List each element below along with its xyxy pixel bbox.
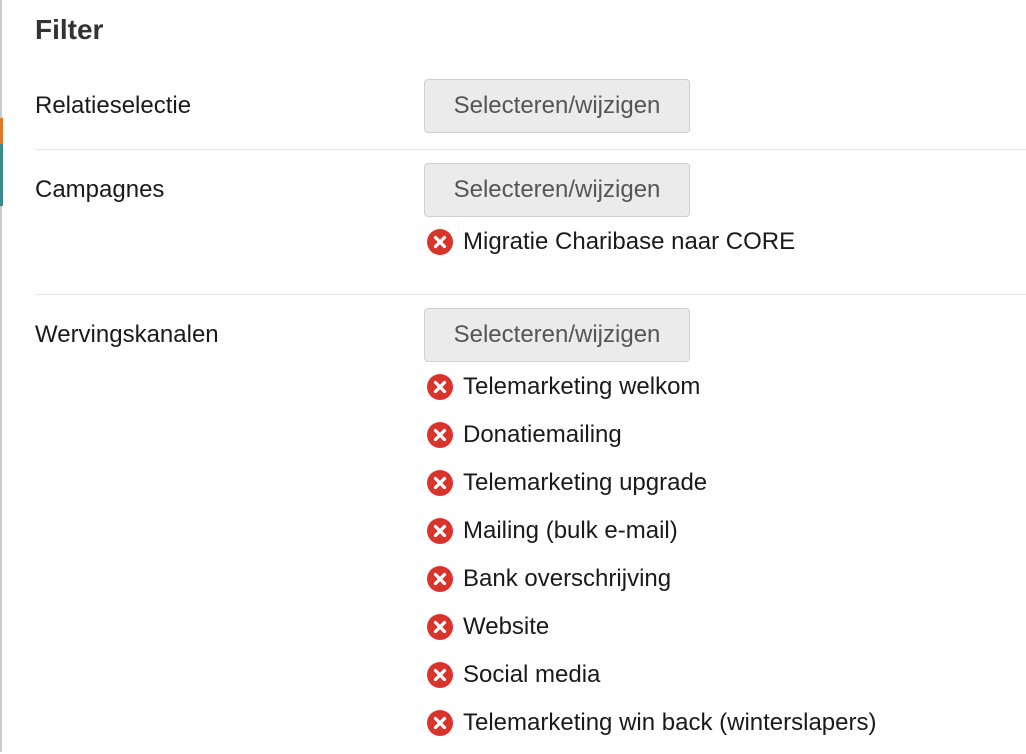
list-item-label: Migratie Charibase naar CORE	[463, 228, 796, 255]
list-item-label: Telemarketing welkom	[463, 373, 701, 400]
remove-icon[interactable]	[426, 517, 454, 545]
remove-icon[interactable]	[426, 373, 454, 401]
remove-icon[interactable]	[426, 661, 454, 689]
list-item-label: Social media	[463, 661, 601, 688]
list-item-label: Donatiemailing	[463, 421, 622, 448]
list-item-label: Mailing (bulk e-mail)	[463, 517, 678, 544]
adjacent-panel-edge	[0, 0, 3, 752]
adjacent-panel-marker	[0, 144, 3, 206]
remove-icon[interactable]	[426, 709, 454, 737]
remove-icon[interactable]	[426, 565, 454, 593]
remove-icon[interactable]	[426, 469, 454, 497]
remove-icon[interactable]	[426, 613, 454, 641]
select-campagnes-button[interactable]: Selecteren/wijzigen	[424, 163, 690, 217]
list-item-label: Bank overschrijving	[463, 565, 672, 592]
filter-row-label: Relatieselectie	[35, 92, 192, 119]
remove-icon[interactable]	[426, 228, 454, 256]
select-wervingskanalen-button[interactable]: Selecteren/wijzigen	[424, 308, 690, 362]
row-divider	[35, 149, 1026, 150]
select-relatieselectie-button[interactable]: Selecteren/wijzigen	[424, 79, 690, 133]
remove-icon[interactable]	[426, 421, 454, 449]
filter-row-label: Campagnes	[35, 176, 165, 203]
filter-title: Filter	[35, 14, 104, 45]
list-item-label: Website	[463, 613, 550, 640]
adjacent-panel-marker	[0, 118, 3, 144]
filter-row-label: Wervingskanalen	[35, 321, 219, 348]
row-divider	[35, 294, 1026, 295]
list-item-label: Telemarketing win back (winterslapers)	[463, 709, 877, 736]
list-item-label: Telemarketing upgrade	[463, 469, 708, 496]
